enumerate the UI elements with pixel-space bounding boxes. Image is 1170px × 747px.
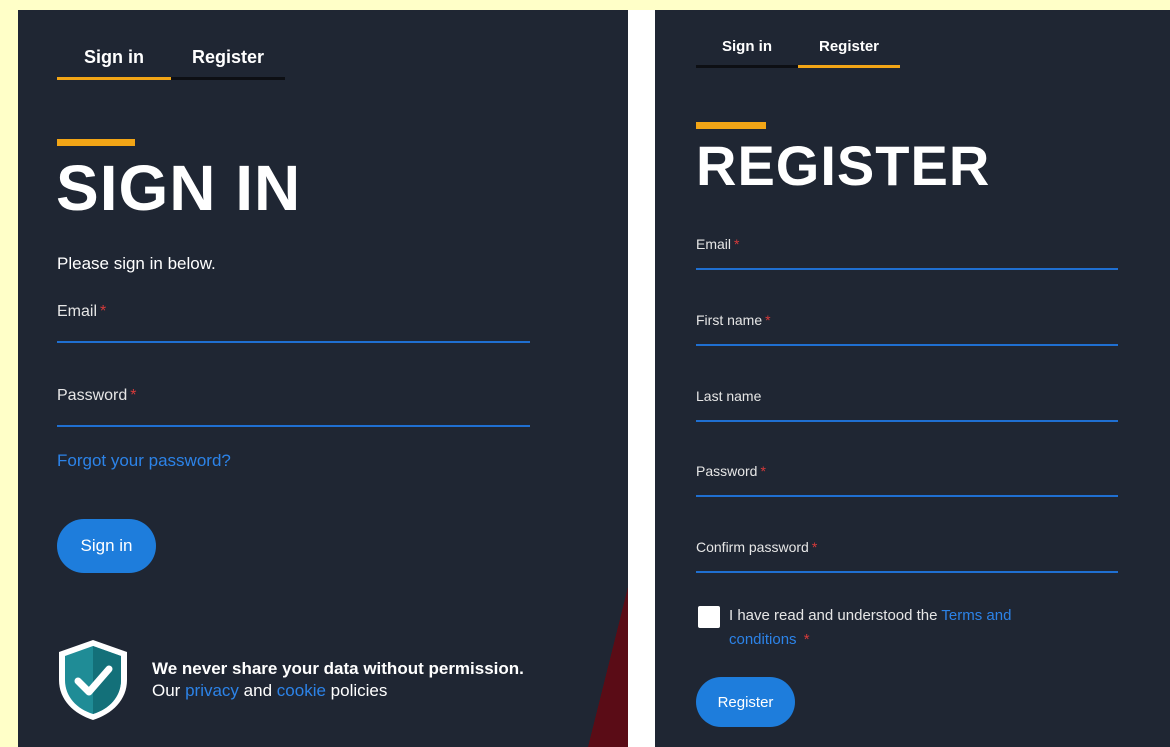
email-field: Email * <box>696 236 1118 270</box>
tab-sign-in[interactable]: Sign in <box>57 44 171 80</box>
register-button[interactable]: Register <box>696 677 795 727</box>
privacy-text: We never share your data without permiss… <box>152 658 524 702</box>
tab-register[interactable]: Register <box>171 44 285 80</box>
shield-check-icon <box>59 640 127 720</box>
last-name-field: Last name <box>696 388 1118 422</box>
register-tabs: Sign in Register <box>696 36 900 68</box>
privacy-notice: We never share your data without permiss… <box>57 638 524 722</box>
cookie-link[interactable]: cookie <box>277 681 326 700</box>
heading-accent-bar <box>696 122 766 129</box>
terms-text: I have read and understood the Terms and… <box>729 607 1012 648</box>
tab-sign-in[interactable]: Sign in <box>696 36 798 68</box>
email-input[interactable] <box>57 313 530 343</box>
page-title: REGISTER <box>696 134 991 197</box>
confirm-password-field: Confirm password * <box>696 539 1118 573</box>
signin-subtitle: Please sign in below. <box>57 254 216 273</box>
confirm-password-input[interactable] <box>696 543 1118 573</box>
first-name-input[interactable] <box>696 316 1118 346</box>
email-input[interactable] <box>696 240 1118 270</box>
tab-register[interactable]: Register <box>798 36 900 68</box>
decorative-corner <box>588 587 628 747</box>
forgot-password-link[interactable]: Forgot your password? <box>57 451 231 471</box>
password-input[interactable] <box>696 467 1118 497</box>
page-title: SIGN IN <box>56 152 302 224</box>
required-mark: * <box>803 631 810 648</box>
terms-consent: I have read and understood the Terms and… <box>698 606 1059 652</box>
panel-divider <box>628 10 655 747</box>
privacy-policies-line: Our privacy and cookie policies <box>152 681 388 700</box>
first-name-field: First name * <box>696 312 1118 346</box>
heading-accent-bar <box>57 139 135 146</box>
signin-panel: Sign in Register SIGN IN Please sign in … <box>18 10 628 747</box>
password-field: Password * <box>696 463 1118 497</box>
register-panel: Sign in Register REGISTER Email * First n… <box>655 10 1170 747</box>
password-input[interactable] <box>57 397 530 427</box>
sign-in-button[interactable]: Sign in <box>57 519 156 573</box>
password-field: Password * <box>57 387 530 427</box>
last-name-input[interactable] <box>696 392 1118 422</box>
terms-checkbox[interactable] <box>698 606 720 628</box>
email-field: Email * <box>57 303 530 343</box>
signin-tabs: Sign in Register <box>57 44 285 80</box>
privacy-headline: We never share your data without permiss… <box>152 659 524 678</box>
privacy-link[interactable]: privacy <box>185 681 239 700</box>
